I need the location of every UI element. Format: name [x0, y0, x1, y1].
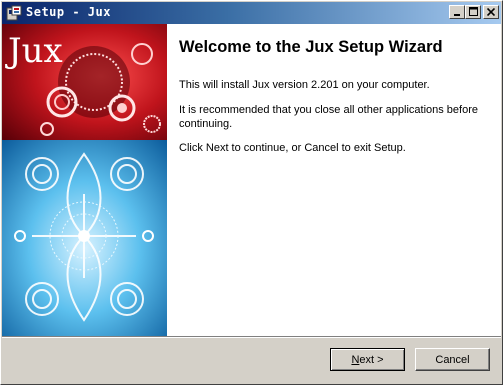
continue-instructions-text: Click Next to continue, or Cancel to exi…	[179, 142, 406, 154]
maximize-button[interactable]	[465, 5, 481, 19]
window-title: Setup - Jux	[26, 5, 111, 19]
title-bar[interactable]: Setup - Jux	[2, 2, 501, 24]
wizard-banner-image: Jux	[2, 24, 167, 336]
install-info-text: This will install Jux version 2.201 on y…	[179, 79, 430, 91]
setup-window: Setup - Jux Jux Welcome to the Jux Setup…	[0, 0, 503, 385]
setup-app-icon	[6, 5, 22, 21]
button-bar: Next > Cancel	[2, 336, 501, 384]
maximize-icon	[468, 3, 478, 21]
footer-separator	[2, 336, 501, 338]
cancel-button[interactable]: Cancel	[415, 348, 490, 371]
next-button[interactable]: Next >	[330, 348, 405, 371]
next-button-mnemonic: N	[351, 353, 360, 366]
banner-logo-text: Jux	[5, 31, 63, 71]
wizard-heading: Welcome to the Jux Setup Wizard	[179, 38, 443, 56]
wizard-content: Jux Welcome to the Jux Setup Wizard This…	[2, 24, 501, 336]
close-icon	[486, 3, 496, 21]
next-button-label: ext >	[359, 353, 384, 366]
minimize-button[interactable]	[449, 5, 465, 19]
close-apps-text: It is recommended that you close all oth…	[179, 104, 478, 130]
minimize-icon	[453, 3, 461, 21]
close-button[interactable]	[483, 5, 499, 19]
